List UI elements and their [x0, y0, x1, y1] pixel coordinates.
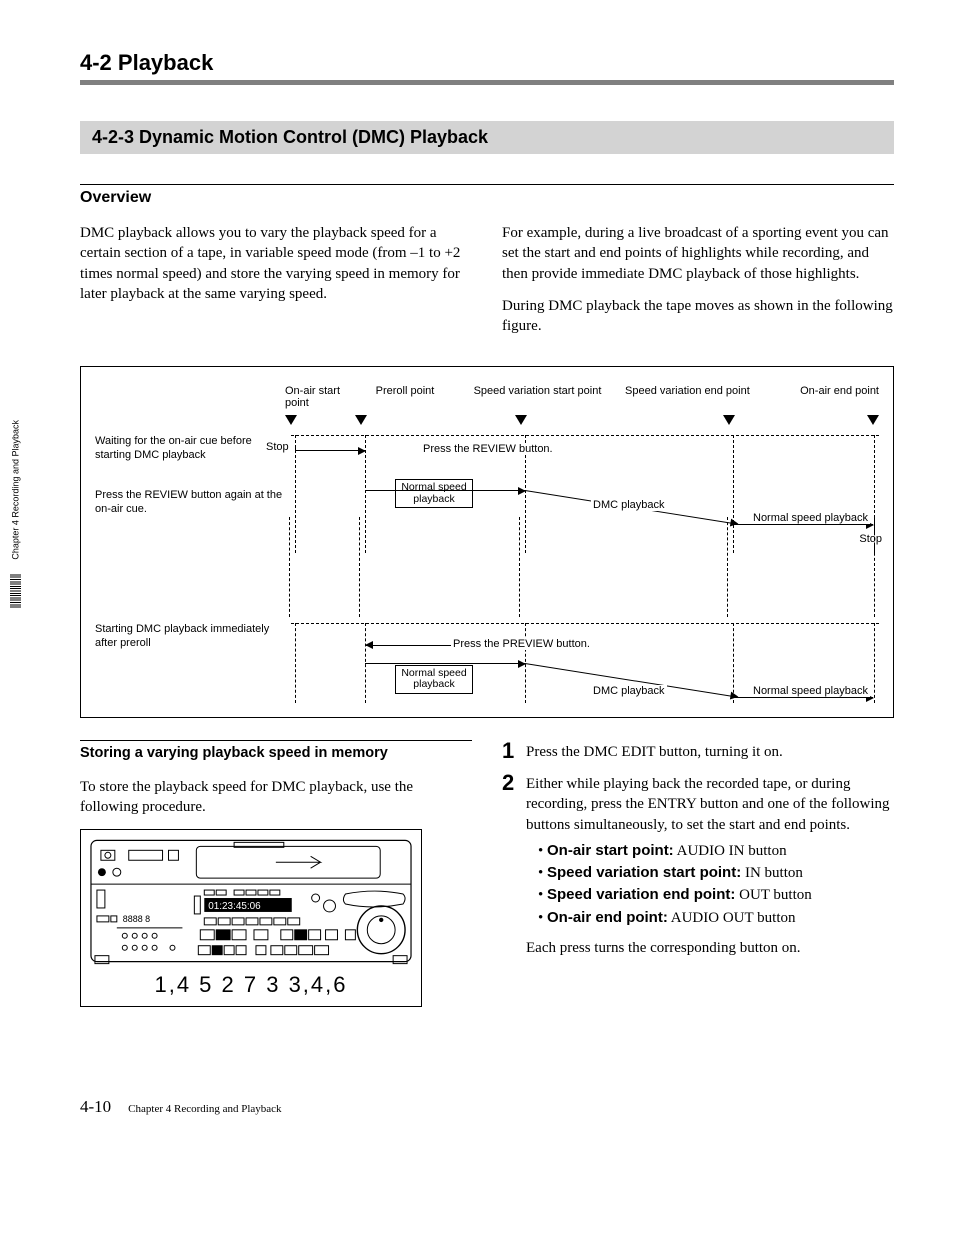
- box-normal-playback-2: Normal speed playback: [395, 665, 473, 694]
- svg-text:01:23:45:06: 01:23:45:06: [208, 901, 261, 912]
- label-onair-end: On-air end point: [800, 385, 879, 397]
- label-onair-start: On-air start point: [285, 385, 340, 409]
- step-2-intro: Either while playing back the recorded t…: [526, 776, 890, 833]
- overview-para-right-2: During DMC playback the tape moves as sh…: [502, 296, 894, 337]
- tab-hatching: [10, 574, 21, 608]
- label-stop: Stop: [264, 441, 291, 453]
- bullet-speed-end: Speed variation end point: OUT button: [538, 885, 894, 905]
- triangle-icon: [515, 415, 527, 425]
- overview-heading: Overview: [80, 189, 894, 207]
- page-footer: 4-10 Chapter 4 Recording and Playback: [80, 1097, 894, 1117]
- label-preroll: Preroll point: [376, 385, 435, 397]
- vertical-chapter-tab: Chapter 4 Recording and Playback: [10, 420, 21, 608]
- step-1-text: Press the DMC EDIT button, turning it on…: [526, 740, 894, 762]
- section-title-bar: 4-2-3 Dynamic Motion Control (DMC) Playb…: [80, 121, 894, 154]
- step-number-2: 2: [502, 772, 526, 958]
- diagram-note-waiting: Waiting for the on-air cue before starti…: [95, 435, 291, 463]
- label-press-review: Press the REVIEW button.: [421, 443, 555, 455]
- device-callout-numbers: 1,4 5 2 7 3 3,4,6: [81, 970, 421, 1006]
- page-number: 4-10: [80, 1097, 111, 1116]
- label-press-preview: Press the PREVIEW button.: [451, 638, 592, 650]
- chapter-title: 4-2 Playback: [80, 50, 894, 76]
- tab-text: Chapter 4 Recording and Playback: [11, 420, 21, 560]
- step-2-after: Each press turns the corresponding butto…: [526, 938, 894, 958]
- bullet-onair-start: On-air start point: AUDIO IN button: [538, 841, 894, 861]
- triangle-icon: [355, 415, 367, 425]
- box-normal-playback: Normal speed playback: [395, 479, 473, 508]
- dmc-diagram: On-air start point Preroll point Speed v…: [80, 366, 894, 718]
- overview-para-left: DMC playback allows you to vary the play…: [80, 223, 472, 304]
- overview-para-right-1: For example, during a live broadcast of …: [502, 223, 894, 284]
- header-rule: [80, 80, 894, 85]
- footer-chapter: Chapter 4 Recording and Playback: [128, 1103, 281, 1115]
- section-title: 4-2-3 Dynamic Motion Control (DMC) Playb…: [92, 127, 488, 147]
- device-illustration: 8888 8 01:23:45:06: [80, 829, 422, 1007]
- arrow-line: [295, 450, 365, 451]
- arrow-line: [365, 663, 525, 664]
- overview-rule: [80, 184, 894, 185]
- arrow-line: [733, 697, 873, 698]
- triangle-icon: [723, 415, 735, 425]
- triangle-icon: [867, 415, 879, 425]
- arrow-line: [365, 490, 525, 491]
- label-speed-start: Speed variation start point: [474, 385, 602, 397]
- storing-para: To store the playback speed for DMC play…: [80, 777, 472, 818]
- svg-text:8888 8: 8888 8: [123, 914, 150, 924]
- storing-heading: Storing a varying playback speed in memo…: [80, 745, 472, 761]
- storing-rule: [80, 740, 472, 741]
- bullet-speed-start: Speed variation start point: IN button: [538, 863, 894, 883]
- label-dmc-playback-2: DMC playback: [591, 685, 667, 697]
- triangle-icon: [285, 415, 297, 425]
- vtr-front-panel-svg: 8888 8 01:23:45:06: [87, 836, 415, 966]
- label-dmc-playback: DMC playback: [591, 499, 667, 511]
- step-number-1: 1: [502, 740, 526, 762]
- bullet-onair-end: On-air end point: AUDIO OUT button: [538, 908, 894, 928]
- diagram-note-press-again: Press the REVIEW button again at the on-…: [95, 487, 291, 517]
- arrow-head-left: [365, 641, 373, 649]
- label-normal-playback-3: Normal speed playback: [751, 685, 870, 697]
- diagram-note-start-after-preroll: Starting DMC playback immediately after …: [95, 623, 291, 651]
- label-speed-end: Speed variation end point: [625, 385, 750, 397]
